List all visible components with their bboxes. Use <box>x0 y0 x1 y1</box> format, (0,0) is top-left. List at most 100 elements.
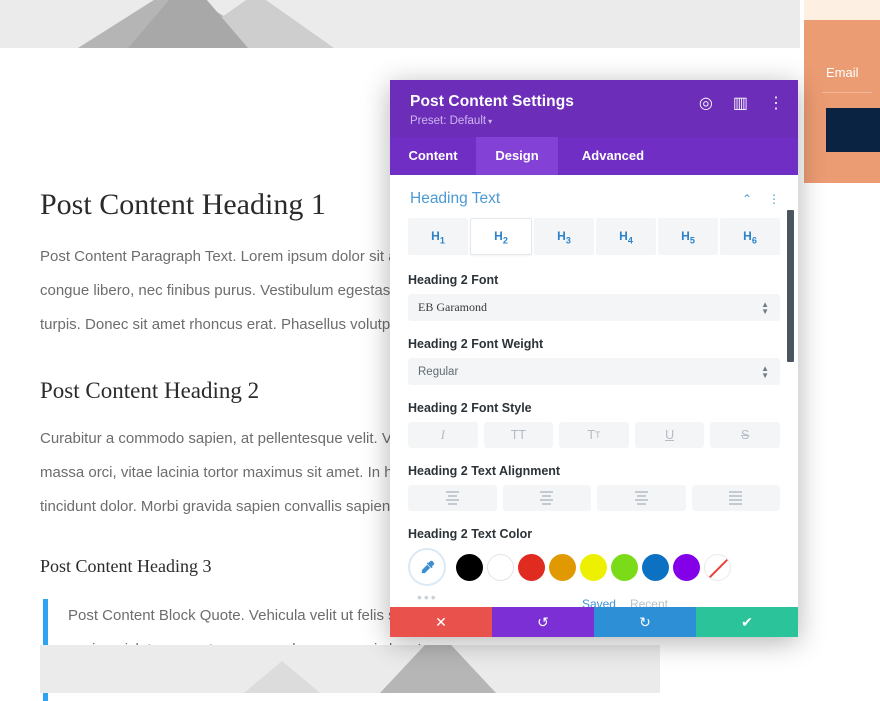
align-justify-button[interactable] <box>692 485 781 511</box>
optin-email-input[interactable] <box>826 108 880 152</box>
save-button[interactable]: ✔ <box>696 607 798 637</box>
hero-image-placeholder <box>0 0 800 48</box>
color-swatch-purple[interactable] <box>673 554 700 581</box>
section-options-icon[interactable]: ⋮ <box>768 193 780 205</box>
heading-font-style-field: Heading 2 Font Style I TT TT U S <box>408 401 780 448</box>
font-style-buttons: I TT TT U S <box>408 422 780 448</box>
recent-colors-tab[interactable]: Recent <box>630 597 668 607</box>
uppercase-button[interactable]: TT <box>484 422 554 448</box>
heading-level-tab-h3[interactable]: H3 <box>534 218 594 255</box>
color-swatch-green[interactable] <box>611 554 638 581</box>
modal-footer: ✕ ↺ ↻ ✔ <box>390 607 798 637</box>
heading-level-tab-h6[interactable]: H6 <box>720 218 780 255</box>
design-panel-body: Heading Text ⌃ ⋮ H1 H2 H3 H4 H5 H6 Headi… <box>390 175 798 607</box>
post-content-settings-modal: Post Content Settings Preset: Default▾ ◎… <box>390 80 798 637</box>
heading-level-tabs: H1 H2 H3 H4 H5 H6 <box>408 218 780 255</box>
align-left-button[interactable] <box>408 485 497 511</box>
section-title: Heading Text <box>410 190 726 208</box>
color-swatch-black[interactable] <box>456 554 483 581</box>
heading-font-weight-label: Heading 2 Font Weight <box>408 337 780 351</box>
smallcaps-button[interactable]: TT <box>559 422 629 448</box>
smallcaps-glyph: T <box>587 428 595 442</box>
eyedropper-icon <box>419 559 436 576</box>
tab-design[interactable]: Design <box>476 137 558 175</box>
saved-colors-tab[interactable]: Saved <box>582 597 616 607</box>
h1-sub: 1 <box>440 235 445 245</box>
undo-button[interactable]: ↺ <box>492 607 594 637</box>
heading-font-weight-field: Heading 2 Font Weight Regular ▲▼ <box>408 337 780 385</box>
color-swatch-orange[interactable] <box>549 554 576 581</box>
align-right-icon <box>635 491 648 505</box>
mountain-shape-icon <box>380 645 496 693</box>
saved-recent-toggle: Saved Recent <box>582 597 668 607</box>
color-swatch-red[interactable] <box>518 554 545 581</box>
preset-selector[interactable]: Preset: Default▾ <box>410 115 780 127</box>
align-justify-icon <box>729 491 742 505</box>
optin-divider <box>822 92 872 93</box>
spinner-icon: ▲▼ <box>761 302 769 314</box>
tab-content[interactable]: Content <box>390 137 476 175</box>
tab-advanced[interactable]: Advanced <box>558 137 668 175</box>
italic-button[interactable]: I <box>408 422 478 448</box>
redo-button[interactable]: ↻ <box>594 607 696 637</box>
eyedropper-button[interactable] <box>408 548 446 586</box>
panel-scrollbar-track[interactable] <box>789 175 796 607</box>
align-center-button[interactable] <box>503 485 592 511</box>
more-options-icon[interactable]: ⋮ <box>768 96 784 112</box>
h3-label: H <box>557 229 566 243</box>
underline-button[interactable]: U <box>635 422 705 448</box>
align-left-icon <box>446 491 459 505</box>
heading-font-weight-select[interactable]: Regular ▲▼ <box>408 358 780 385</box>
cancel-button[interactable]: ✕ <box>390 607 492 637</box>
focus-target-icon[interactable]: ◎ <box>699 96 713 112</box>
heading-font-field: Heading 2 Font EB Garamond ▲▼ <box>408 273 780 321</box>
layout-columns-icon[interactable]: ▥ <box>733 96 748 112</box>
h6-sub: 6 <box>752 235 757 245</box>
optin-column: Email <box>800 0 880 693</box>
color-swatch-yellow[interactable] <box>580 554 607 581</box>
chevron-up-icon[interactable]: ⌃ <box>742 193 752 205</box>
mountain-shape-icon <box>220 661 344 693</box>
strikethrough-button[interactable]: S <box>710 422 780 448</box>
h4-sub: 4 <box>628 235 633 245</box>
color-swatch-white[interactable] <box>487 554 514 581</box>
underline-glyph: U <box>665 428 674 442</box>
heading-text-alignment-field: Heading 2 Text Alignment <box>408 464 780 511</box>
heading-level-tab-h1[interactable]: H1 <box>408 218 468 255</box>
h3-sub: 3 <box>566 235 571 245</box>
h1-label: H <box>431 229 440 243</box>
heading-text-color-field: Heading 2 Text Color ••• <box>408 527 780 607</box>
preset-label: Preset: Default <box>410 115 486 127</box>
text-alignment-buttons <box>408 485 780 511</box>
heading-text-section-header: Heading Text ⌃ ⋮ <box>408 175 780 218</box>
color-swatch-blue[interactable] <box>642 554 669 581</box>
heading-font-select[interactable]: EB Garamond ▲▼ <box>408 294 780 321</box>
optin-email-label: Email <box>826 65 859 80</box>
color-footer-row: ••• Saved Recent <box>408 589 780 607</box>
optin-top-strip <box>804 0 880 20</box>
modal-tabbar: Content Design Advanced <box>390 137 798 175</box>
bottom-image-placeholder <box>40 645 660 693</box>
heading-font-value: EB Garamond <box>418 300 487 315</box>
color-swatch-row <box>408 548 780 586</box>
strikethrough-glyph: S <box>741 428 749 442</box>
heading-level-tab-h2[interactable]: H2 <box>470 218 532 255</box>
panel-scrollbar-thumb[interactable] <box>787 210 794 362</box>
h2-label: H <box>494 229 503 243</box>
h6-label: H <box>743 229 752 243</box>
chevron-down-icon: ▾ <box>488 117 492 126</box>
modal-header: Post Content Settings Preset: Default▾ ◎… <box>390 80 798 137</box>
color-swatch-transparent[interactable] <box>704 554 731 581</box>
h2-sub: 2 <box>503 235 508 245</box>
h5-label: H <box>681 229 690 243</box>
heading-text-color-label: Heading 2 Text Color <box>408 527 780 541</box>
align-right-button[interactable] <box>597 485 686 511</box>
h4-label: H <box>619 229 628 243</box>
smallcaps-small-glyph: T <box>595 430 601 440</box>
heading-font-weight-value: Regular <box>418 366 458 378</box>
heading-level-tab-h5[interactable]: H5 <box>658 218 718 255</box>
heading-font-style-label: Heading 2 Font Style <box>408 401 780 415</box>
heading-font-label: Heading 2 Font <box>408 273 780 287</box>
heading-level-tab-h4[interactable]: H4 <box>596 218 656 255</box>
optin-panel: Email <box>804 20 880 183</box>
